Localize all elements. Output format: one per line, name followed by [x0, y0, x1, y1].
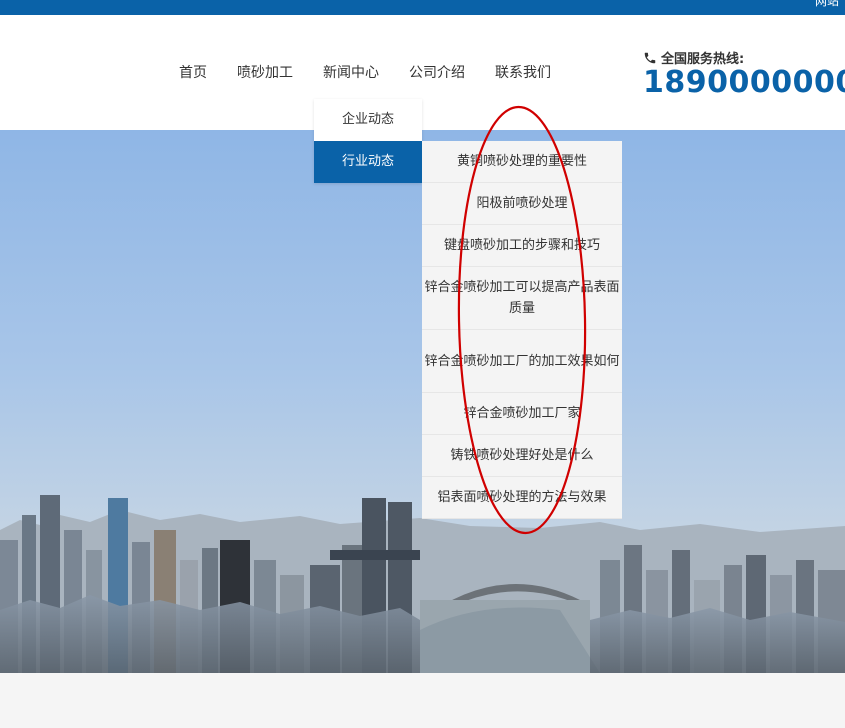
article-link[interactable]: 铝表面喷砂处理的方法与效果 — [422, 477, 622, 519]
submenu-item-industry-news[interactable]: 行业动态 — [314, 141, 422, 183]
article-link[interactable]: 锌合金喷砂加工厂的加工效果如何 — [422, 330, 622, 393]
nav-item-sandblasting[interactable]: 喷砂加工 — [222, 62, 308, 84]
hotline-number: 18900000000 — [643, 65, 845, 100]
phone-icon — [644, 52, 656, 63]
main-nav: 首页 喷砂加工 新闻中心 公司介绍 联系我们 — [164, 62, 566, 84]
article-link[interactable]: 锌合金喷砂加工厂家 — [422, 393, 622, 435]
nav-item-news[interactable]: 新闻中心 — [308, 62, 394, 84]
news-submenu: 企业动态 行业动态 — [314, 99, 422, 183]
article-link[interactable]: 铸铁喷砂处理好处是什么 — [422, 435, 622, 477]
site-header: 首页 喷砂加工 新闻中心 公司介绍 联系我们 全国服务热线: 189000000… — [0, 15, 845, 130]
article-link[interactable]: 锌合金喷砂加工可以提高产品表面质量 — [422, 267, 622, 330]
top-bar-text[interactable]: 网站 — [815, 0, 839, 8]
article-link[interactable]: 阳极前喷砂处理 — [422, 183, 622, 225]
article-link[interactable]: 键盘喷砂加工的步骤和技巧 — [422, 225, 622, 267]
industry-news-submenu: 黄铜喷砂处理的重要性 阳极前喷砂处理 键盘喷砂加工的步骤和技巧 锌合金喷砂加工可… — [422, 141, 622, 519]
article-link[interactable]: 黄铜喷砂处理的重要性 — [422, 141, 622, 183]
nav-item-contact[interactable]: 联系我们 — [480, 62, 566, 84]
submenu-item-company-news[interactable]: 企业动态 — [314, 99, 422, 141]
footer-strip — [0, 673, 845, 728]
nav-item-home[interactable]: 首页 — [164, 62, 222, 84]
top-bar: 网站 — [0, 0, 845, 15]
nav-item-about[interactable]: 公司介绍 — [394, 62, 480, 84]
